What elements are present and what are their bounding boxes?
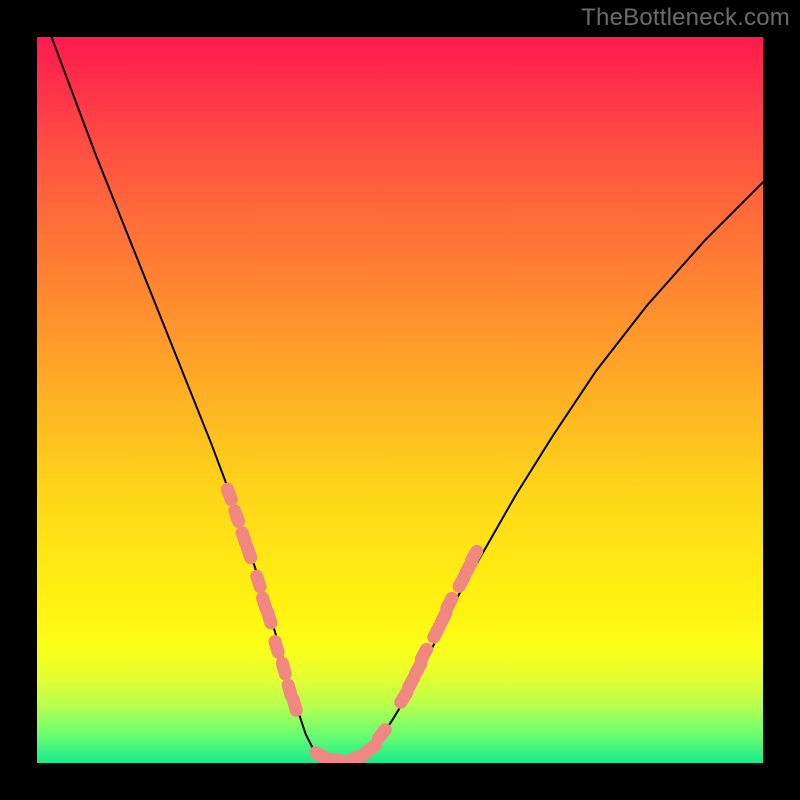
curve-marker (267, 633, 286, 660)
curve-group (52, 37, 763, 763)
curve-marker (274, 655, 293, 682)
bottleneck-curve (52, 37, 763, 763)
markers-group (219, 481, 485, 763)
curve-marker (226, 503, 246, 530)
chart-frame: TheBottleneck.com (0, 0, 800, 800)
watermark-label: TheBottleneck.com (581, 4, 790, 32)
curve-marker (219, 481, 239, 508)
curve-layer (37, 37, 763, 763)
plot-area (37, 37, 763, 763)
curve-marker (249, 568, 269, 595)
